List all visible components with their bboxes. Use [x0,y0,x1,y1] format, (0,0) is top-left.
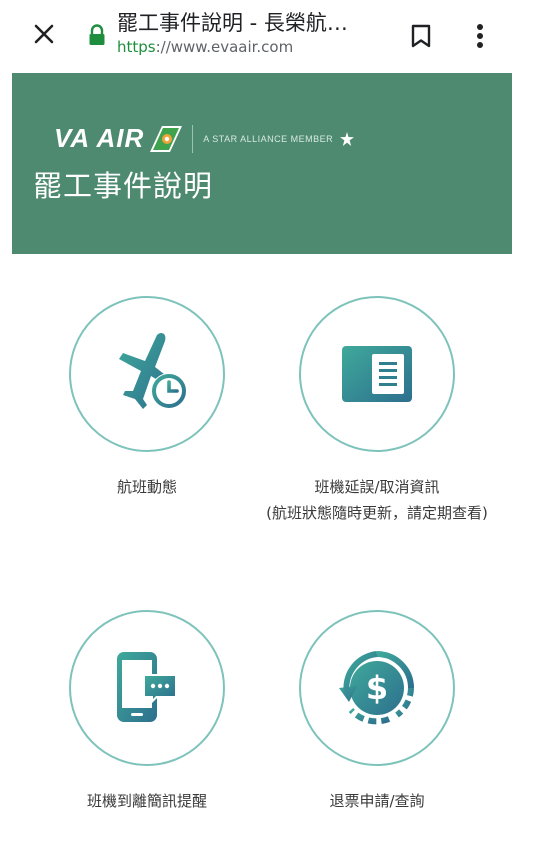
sms-reminder-icon [117,652,177,722]
banner-title: 罷工事件說明 [33,169,214,203]
star-alliance-icon [340,131,355,146]
delay-info-icon [342,346,412,402]
tile-label: 航班動態 [116,478,177,496]
logo-wordmark: VA AIR [54,123,145,153]
url-text: https://www.evaair.com [117,37,387,57]
tile-circle [299,296,455,452]
tile-circle [69,610,225,766]
page-title: 罷工事件說明 - 長榮航… [117,11,348,35]
svg-text:$: $ [366,669,388,707]
url-host: ://www.evaair.com [155,38,294,56]
more-options-icon[interactable] [462,18,498,54]
tile-circle: $ [299,610,455,766]
tile-label: 班機延誤/取消資訊 (航班狀態隨時更新，請定期查看) [262,474,492,526]
tile-circle [69,296,225,452]
tile-label: 退票申請/查詢 [329,792,425,810]
lock-icon [88,24,106,46]
alliance-text: A STAR ALLIANCE MEMBER [203,133,334,144]
browser-toolbar: 罷工事件說明 - 長榮航… https://www.evaair.com [0,0,542,73]
tile-label: 班機到離簡訊提醒 [86,792,207,810]
tile-delay-info[interactable]: 班機延誤/取消資訊 (航班狀態隨時更新，請定期查看) [262,296,492,526]
tile-flight-status[interactable]: 航班動態 [32,296,262,500]
eva-air-logo[interactable]: VA AIR A STAR ALLIANCE MEMBER [54,123,355,154]
refund-icon: $ [339,651,414,725]
tile-label-main: 班機延誤/取消資訊 [314,478,440,496]
close-icon[interactable] [26,16,62,52]
address-area[interactable]: 罷工事件說明 - 長榮航… https://www.evaair.com [117,9,387,57]
url-scheme: https [117,38,156,56]
logo-emblem-icon [150,125,183,152]
logo-divider [192,124,194,153]
flight-status-icon [119,333,187,409]
header-banner: VA AIR A STAR ALLIANCE MEMBER 罷工事件說明 [12,73,512,254]
tile-sms-reminder[interactable]: 班機到離簡訊提醒 [32,610,262,814]
tile-refund[interactable]: $ 退票申請/查詢 [262,610,492,814]
tile-label-note: (航班狀態隨時更新，請定期查看) [266,504,488,522]
bookmark-icon[interactable] [403,18,439,54]
